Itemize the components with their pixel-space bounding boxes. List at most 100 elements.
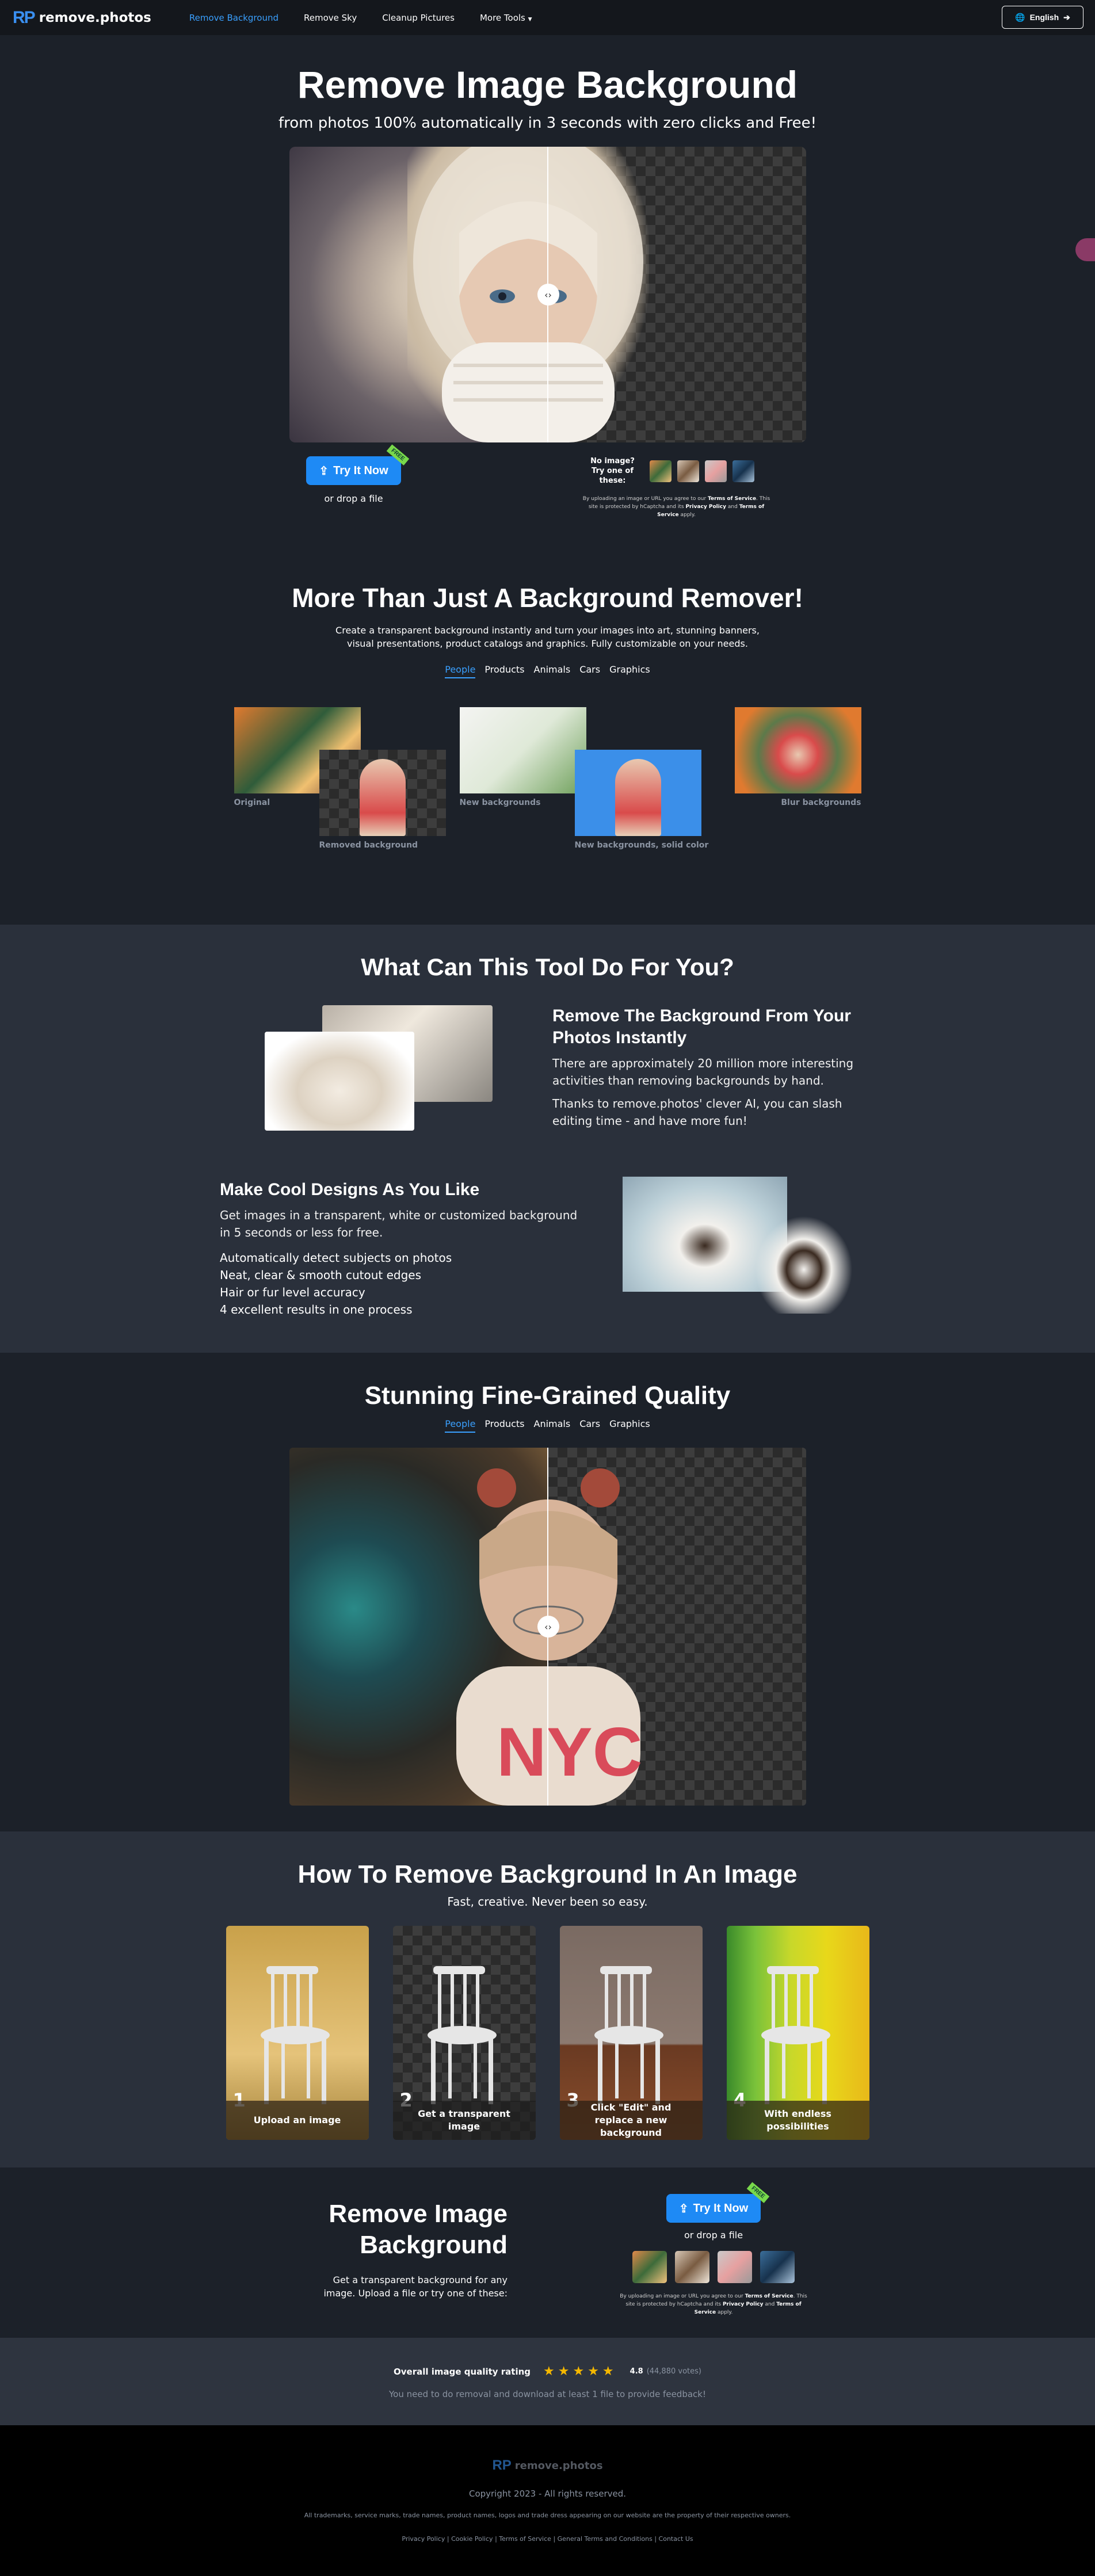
hero-section: Remove Image Background from photos 100%…: [0, 35, 1095, 519]
gallery-newbg-image: [459, 707, 586, 793]
feature2-paragraph1: Get images in a transparent, white or cu…: [220, 1208, 578, 1239]
feature2-list-item: Hair or fur level accuracy: [220, 1285, 365, 1299]
section5-title: How To Remove Background In An Image: [297, 1860, 798, 1888]
portrait-subject: [407, 147, 649, 442]
tab-products[interactable]: Products: [484, 664, 524, 678]
footer-logo[interactable]: RP remove.photos: [492, 2457, 602, 2474]
footer-link-cookie[interactable]: Cookie Policy: [451, 2535, 493, 2543]
bottom-cta-section: Remove Image Background Get a transparen…: [0, 2167, 1095, 2338]
arrow-right-icon: ➔: [1063, 12, 1070, 22]
caption-original: Original: [234, 798, 270, 807]
floating-widget-icon[interactable]: [1075, 238, 1095, 261]
sample-thumb-people[interactable]: [632, 2251, 667, 2283]
caption-removed: Removed background: [319, 841, 418, 850]
sample-thumb-car[interactable]: [732, 460, 754, 482]
sample-prompt: No image? Try one of these:: [582, 456, 644, 486]
section2-title: More Than Just A Background Remover!: [292, 583, 803, 613]
drop-file-hint: or drop a file: [324, 493, 383, 504]
feature2-list-item: Automatically detect subjects on photos: [220, 1251, 452, 1265]
tab-cars[interactable]: Cars: [579, 1418, 600, 1433]
footer-link-privacy[interactable]: Privacy Policy: [402, 2535, 445, 2543]
privacy-link[interactable]: Privacy Policy: [723, 2302, 764, 2307]
compare-handle-icon[interactable]: ‹›: [537, 1616, 559, 1638]
tab-graphics[interactable]: Graphics: [609, 664, 650, 678]
section3-title: What Can This Tool Do For You?: [361, 953, 734, 980]
footer-link-terms[interactable]: Terms of Service: [499, 2535, 551, 2543]
nav-remove-sky[interactable]: Remove Sky: [304, 13, 357, 23]
try-samples-label: Try one of these:: [592, 467, 634, 485]
fine-grained-quality-section: Stunning Fine-Grained Quality People Pro…: [0, 1353, 1095, 1831]
sample-thumb-animal[interactable]: [677, 460, 699, 482]
bottom-cta-title-line2: Background: [360, 2231, 508, 2259]
nav-cleanup-pictures[interactable]: Cleanup Pictures: [382, 13, 455, 23]
feature1-text: Remove The Background From Your Photos I…: [552, 1005, 863, 1129]
before-after-comparison[interactable]: ‹›: [289, 147, 806, 442]
tab-people[interactable]: People: [445, 1418, 476, 1433]
what-can-this-tool-do-section: What Can This Tool Do For You? Remove Th…: [0, 925, 1095, 1353]
bottom-cta-title-line1: Remove Image: [329, 2200, 508, 2228]
try-it-now-button[interactable]: ⇪ Try It Now FREE: [306, 444, 409, 485]
step-label: With endless possibilities: [726, 2101, 869, 2140]
footer-link-general-terms[interactable]: General Terms and Conditions: [558, 2535, 653, 2543]
privacy-link[interactable]: Privacy Policy: [685, 504, 726, 510]
footer-separator: |: [654, 2535, 657, 2543]
section5-subtitle: Fast, creative. Never been so easy.: [447, 1895, 648, 1909]
portrait-illustration: [413, 147, 643, 442]
step-label: Upload an image: [226, 2101, 369, 2140]
logo-text: remove.photos: [39, 10, 151, 25]
upload-icon: ⇪: [678, 2202, 689, 2215]
upload-area[interactable]: ⇪ Try It Now FREE or drop a file: [306, 444, 409, 519]
nav-more-tools[interactable]: More Tools ▼: [480, 13, 532, 23]
sample-thumb-people[interactable]: [649, 460, 672, 482]
sample-thumb-product[interactable]: [704, 460, 727, 482]
feature2-list-item: Neat, clear & smooth cutout edges: [220, 1268, 422, 1282]
footer-links: Privacy Policy | Cookie Policy | Terms o…: [0, 2535, 1095, 2543]
tab-products[interactable]: Products: [484, 1418, 524, 1433]
upload-icon: ⇪: [319, 464, 329, 478]
steps-list: 1 Upload an image 2 Get a transparent im…: [0, 1926, 1095, 2140]
legal-and: and: [727, 504, 738, 510]
feature1-image-front: [265, 1032, 414, 1131]
gallery-blur-image: [734, 707, 861, 793]
footer-link-contact[interactable]: Contact Us: [659, 2535, 693, 2543]
step-card: 2 Get a transparent image: [392, 1926, 536, 2140]
sample-thumb-animal[interactable]: [675, 2251, 709, 2283]
globe-icon: 🌐: [1015, 12, 1025, 22]
tab-animals[interactable]: Animals: [534, 664, 571, 678]
more-than-remover-section: More Than Just A Background Remover! Cre…: [0, 519, 1095, 925]
tab-graphics[interactable]: Graphics: [609, 1418, 650, 1433]
rating-section: Overall image quality rating ★★★★★ 4.8 (…: [0, 2338, 1095, 2425]
rating-score: 4.8: [629, 2367, 643, 2376]
hero-title: Remove Image Background: [297, 63, 798, 106]
site-logo[interactable]: RP remove.photos: [13, 8, 151, 28]
how-to-section: How To Remove Background In An Image Fas…: [0, 1831, 1095, 2167]
rating-stars[interactable]: ★★★★★: [543, 2364, 617, 2379]
tab-people[interactable]: People: [445, 664, 476, 678]
nav-remove-background[interactable]: Remove Background: [189, 13, 278, 23]
footer-separator: |: [553, 2535, 556, 2543]
bottom-try-it-now-button[interactable]: ⇪ Try It Now FREE: [666, 2182, 769, 2223]
quality-comparison[interactable]: NYC ‹›: [289, 1448, 806, 1806]
sample-thumb-product[interactable]: [718, 2251, 752, 2283]
sample-thumb-car[interactable]: [760, 2251, 795, 2283]
svg-text:NYC: NYC: [497, 1713, 642, 1791]
caption-solid: New backgrounds, solid color: [574, 841, 709, 850]
terms-link[interactable]: Terms of Service: [708, 496, 756, 502]
bottom-cta-title: Remove Image Background: [219, 2199, 508, 2261]
feature1-paragraph2: Thanks to remove.photos' clever AI, you …: [552, 1097, 842, 1128]
feature2-list-item: 4 excellent results in one process: [220, 1303, 413, 1316]
try-it-now-label: Try It Now: [333, 464, 388, 477]
tab-animals[interactable]: Animals: [534, 1418, 571, 1433]
compare-handle-icon[interactable]: ‹›: [537, 284, 559, 306]
feature2-list: Automatically detect subjects on photos …: [220, 1249, 588, 1318]
language-button[interactable]: 🌐 English ➔: [1002, 6, 1083, 29]
step-label: Get a transparent image: [392, 2101, 536, 2140]
footer-separator: |: [495, 2535, 497, 2543]
bottom-cta-description: Get a transparent background for any ima…: [323, 2274, 508, 2299]
terms-link[interactable]: Terms of Service: [745, 2293, 793, 2299]
bottom-drop-hint: or drop a file: [684, 2230, 743, 2241]
bottom-upload-area[interactable]: ⇪ Try It Now FREE or drop a file By uplo…: [616, 2182, 811, 2317]
legal-end: apply.: [717, 2310, 733, 2315]
footer-logo-text: remove.photos: [514, 2459, 603, 2472]
tab-cars[interactable]: Cars: [579, 664, 600, 678]
